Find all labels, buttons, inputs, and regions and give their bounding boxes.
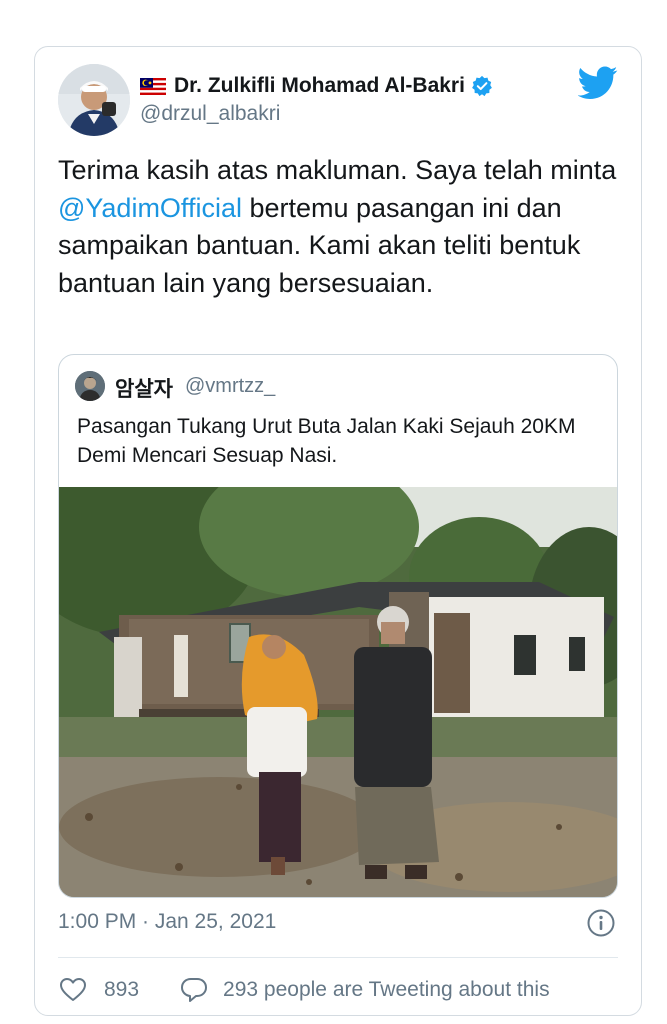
stats-divider [58, 957, 618, 958]
author-name-row[interactable]: Dr. Zulkifli Mohamad Al-Bakri [140, 72, 493, 100]
author-avatar[interactable] [58, 64, 130, 136]
tweet-text-part: Terima kasih atas makluman. Saya telah m… [58, 155, 617, 185]
info-icon[interactable] [586, 908, 616, 938]
quoted-text: Pasangan Tukang Urut Buta Jalan Kaki Sej… [77, 415, 576, 467]
quoted-avatar[interactable] [75, 371, 105, 401]
mention-link[interactable]: @YadimOfficial [58, 193, 242, 223]
quoted-display-name[interactable]: 암살자 [115, 373, 173, 403]
tweet-timestamp[interactable]: 1:00 PM · Jan 25, 2021 [58, 910, 276, 934]
speech-bubble-icon[interactable] [179, 975, 209, 1005]
heart-icon[interactable] [58, 975, 88, 1005]
verified-badge-icon [472, 75, 492, 97]
quoted-handle[interactable]: @vmrtzz_ [185, 375, 275, 398]
twitter-bird-icon[interactable] [578, 66, 618, 100]
quoted-photo[interactable] [59, 487, 618, 898]
malaysia-flag-icon [140, 77, 166, 95]
quoted-tweet[interactable]: 암살자 @vmrtzz_ Pasangan Tukang Urut Buta J… [58, 354, 618, 898]
tweet-text: Terima kasih atas makluman. Saya telah m… [58, 152, 618, 302]
tweet-stats: 893 293 people are Tweeting about this [58, 972, 550, 1008]
conversation-link[interactable]: 293 people are Tweeting about this [223, 978, 550, 1002]
likes-count[interactable]: 893 [104, 978, 139, 1002]
author-display-name[interactable]: Dr. Zulkifli Mohamad Al-Bakri [174, 74, 465, 98]
author-handle[interactable]: @drzul_albakri [140, 102, 280, 126]
